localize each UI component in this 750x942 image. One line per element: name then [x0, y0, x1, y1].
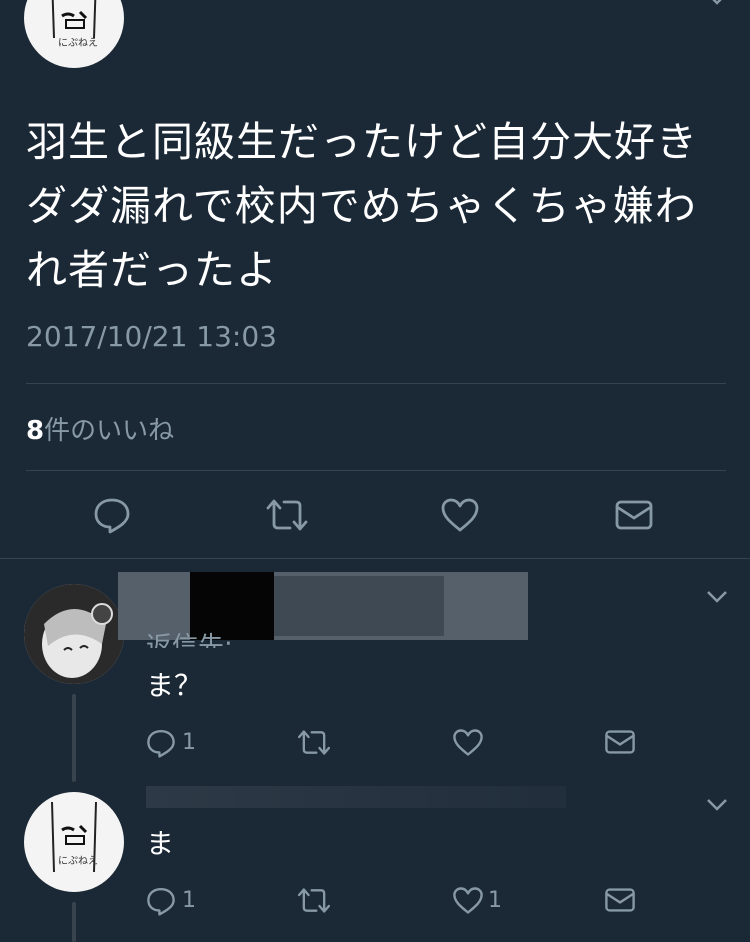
- thread-line: [72, 902, 76, 942]
- like-count: 1: [488, 888, 502, 913]
- reply-count: 1: [182, 730, 196, 755]
- avatar-illustration: にぷねえ: [51, 0, 98, 49]
- obscured-header: [146, 786, 566, 808]
- reply-text: ま: [146, 827, 175, 860]
- reply-avatar[interactable]: [24, 584, 124, 684]
- like-icon[interactable]: [452, 728, 484, 757]
- like-icon[interactable]: [440, 497, 480, 533]
- retweet-icon[interactable]: [296, 729, 332, 756]
- avatar-illustration: [24, 584, 124, 684]
- thread-line: [72, 694, 76, 782]
- divider: [26, 470, 726, 471]
- divider: [26, 383, 726, 384]
- author-avatar[interactable]: にぷねえ: [24, 0, 124, 68]
- avatar-illustration: にぷねえ: [51, 801, 98, 873]
- reply-icon[interactable]: [146, 728, 176, 758]
- retweet-icon[interactable]: [296, 887, 332, 914]
- dm-icon[interactable]: [614, 499, 654, 531]
- like-icon[interactable]: [452, 886, 484, 915]
- redaction-block: [274, 576, 444, 636]
- reply-text: ま？: [146, 669, 203, 702]
- likes-label: 件のいいね: [44, 416, 175, 446]
- chevron-down-icon[interactable]: [706, 798, 728, 812]
- svg-text:にぷねえ: にぷねえ: [58, 855, 98, 867]
- tweet-text: 羽生と同級生だったけど自分大好きダダ漏れで校内でめちゃくちゃ嫌われ者だったよ: [26, 118, 698, 294]
- dm-icon[interactable]: [604, 729, 636, 755]
- reply-icon[interactable]: [93, 496, 131, 534]
- tweet-timestamp: 2017/10/21 13:03: [26, 320, 277, 353]
- likes-summary[interactable]: 8件のいいね: [26, 410, 174, 447]
- reply-count: 1: [182, 888, 196, 913]
- chevron-down-icon[interactable]: [706, 590, 728, 604]
- reply-to-label: 返信先:: [146, 632, 233, 648]
- reply-avatar[interactable]: にぷねえ: [24, 792, 124, 892]
- retweet-icon[interactable]: [264, 498, 310, 532]
- chevron-down-icon[interactable]: [706, 0, 728, 6]
- dm-icon[interactable]: [604, 887, 636, 913]
- svg-text:にぷねえ: にぷねえ: [58, 37, 98, 49]
- likes-count: 8: [26, 416, 45, 446]
- section-separator: [0, 558, 750, 559]
- reply-icon[interactable]: [146, 886, 176, 916]
